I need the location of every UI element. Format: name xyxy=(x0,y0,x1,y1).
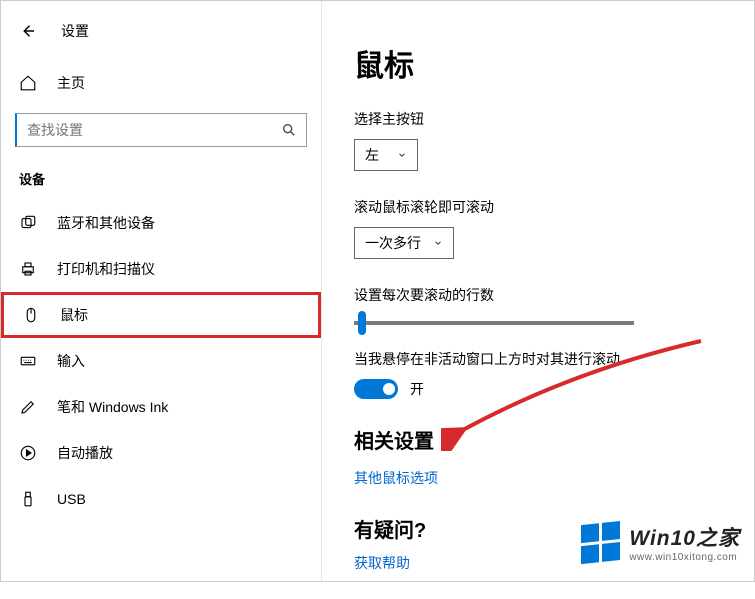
sidebar-pane: 设置 主页 设备 蓝牙和其他设备 打印机和扫描仪 xyxy=(1,1,321,581)
sidebar-item-label: 蓝牙和其他设备 xyxy=(57,213,155,233)
primary-button-value: 左 xyxy=(365,145,379,165)
autoplay-icon xyxy=(19,444,37,462)
content-pane: 鼠标 选择主按钮 左 滚动鼠标滚轮即可滚动 一次多行 设置每次要滚动的行数 当我… xyxy=(321,1,755,581)
other-mouse-options-link[interactable]: 其他鼠标选项 xyxy=(354,468,438,488)
search-icon xyxy=(281,122,297,138)
hover-scroll-toggle-row: 开 xyxy=(354,379,736,399)
hover-scroll-toggle[interactable] xyxy=(354,379,398,399)
sidebar-item-printers[interactable]: 打印机和扫描仪 xyxy=(1,246,321,292)
back-icon[interactable] xyxy=(19,22,37,40)
bluetooth-icon xyxy=(19,214,37,232)
home-label: 主页 xyxy=(57,73,85,93)
header-row: 设置 xyxy=(1,11,321,51)
sidebar-item-label: 输入 xyxy=(57,351,85,371)
sidebar-list: 蓝牙和其他设备 打印机和扫描仪 鼠标 输入 xyxy=(1,200,321,522)
sidebar-item-typing[interactable]: 输入 xyxy=(1,338,321,384)
scroll-mode-value: 一次多行 xyxy=(365,233,421,253)
scroll-lines-label: 设置每次要滚动的行数 xyxy=(354,285,736,305)
get-help-link[interactable]: 获取帮助 xyxy=(354,553,410,573)
usb-icon xyxy=(19,490,37,508)
sidebar-group-label: 设备 xyxy=(1,147,321,194)
sidebar-item-label: 自动播放 xyxy=(57,443,113,463)
sidebar-item-label: 鼠标 xyxy=(60,305,88,325)
scroll-lines-slider[interactable] xyxy=(354,321,634,325)
sidebar-item-label: 笔和 Windows Ink xyxy=(57,397,168,417)
question-heading: 有疑问? xyxy=(354,514,736,543)
home-button[interactable]: 主页 xyxy=(1,63,321,103)
sidebar-item-label: USB xyxy=(57,491,86,507)
page-title: 鼠标 xyxy=(354,41,736,85)
sidebar-item-pen[interactable]: 笔和 Windows Ink xyxy=(1,384,321,430)
related-settings-heading: 相关设置 xyxy=(354,425,736,454)
hover-scroll-label: 当我悬停在非活动窗口上方时对其进行滚动 xyxy=(354,349,736,369)
home-icon xyxy=(19,74,37,92)
sidebar-item-bluetooth[interactable]: 蓝牙和其他设备 xyxy=(1,200,321,246)
mouse-icon xyxy=(22,306,40,324)
scroll-mode-select[interactable]: 一次多行 xyxy=(354,227,454,259)
settings-title: 设置 xyxy=(61,21,89,41)
toggle-state-label: 开 xyxy=(410,379,424,399)
slider-thumb[interactable] xyxy=(358,311,366,335)
printer-icon xyxy=(19,260,37,278)
sidebar-item-autoplay[interactable]: 自动播放 xyxy=(1,430,321,476)
primary-button-label: 选择主按钮 xyxy=(354,109,736,129)
search-input[interactable] xyxy=(15,113,307,147)
search-wrapper xyxy=(15,113,307,147)
pen-icon xyxy=(19,398,37,416)
chevron-down-icon xyxy=(397,150,407,160)
sidebar-item-mouse[interactable]: 鼠标 xyxy=(1,292,321,338)
toggle-knob xyxy=(383,383,395,395)
keyboard-icon xyxy=(19,352,37,370)
sidebar-item-label: 打印机和扫描仪 xyxy=(57,259,155,279)
sidebar-item-usb[interactable]: USB xyxy=(1,476,321,522)
chevron-down-icon xyxy=(433,238,443,248)
scroll-mode-label: 滚动鼠标滚轮即可滚动 xyxy=(354,197,736,217)
primary-button-select[interactable]: 左 xyxy=(354,139,418,171)
